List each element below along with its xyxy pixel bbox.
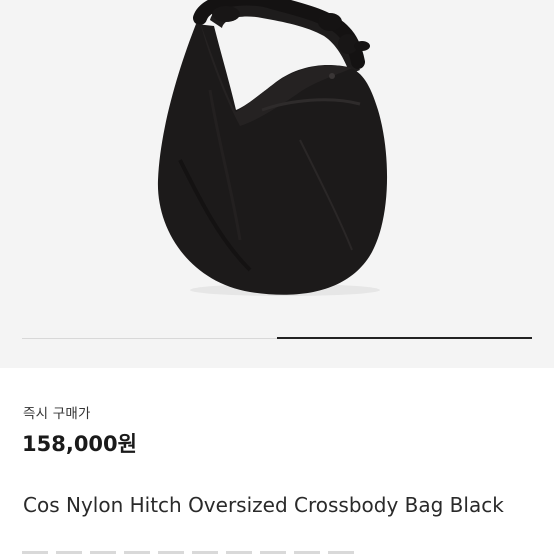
product-image-carousel[interactable] [0,0,554,368]
product-detail-page: 즉시 구매가 158,000원 Cos Nylon Hitch Oversize… [0,0,554,554]
product-title: Cos Nylon Hitch Oversized Crossbody Bag … [23,493,504,517]
product-info-section: 즉시 구매가 158,000원 Cos Nylon Hitch Oversize… [0,368,554,554]
instant-buy-price-label: 즉시 구매가 [23,406,91,422]
product-image [0,0,554,368]
instant-buy-price: 158,000원 [22,432,137,456]
carousel-progress-indicator [277,337,532,339]
carousel-progress-track [22,337,532,339]
